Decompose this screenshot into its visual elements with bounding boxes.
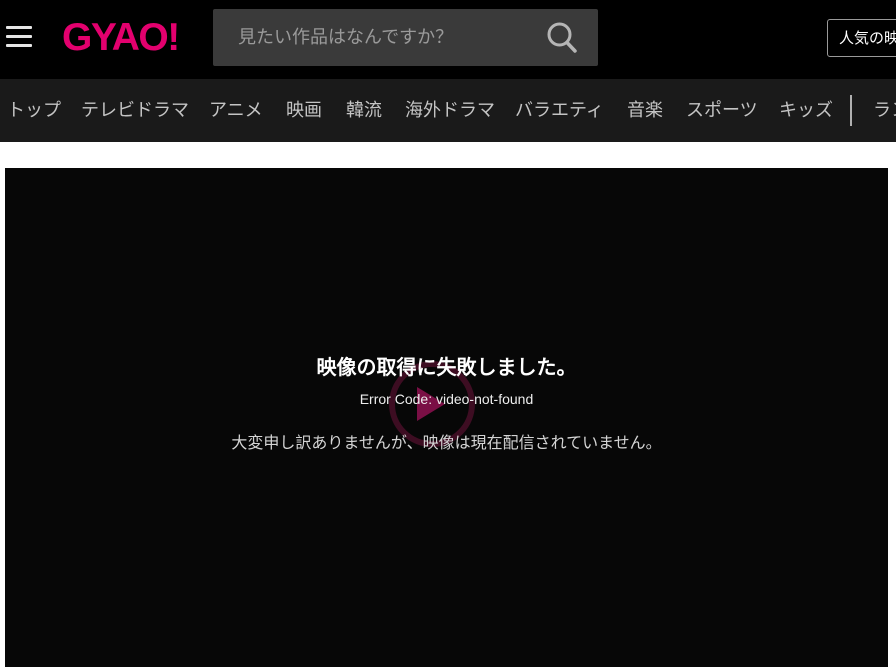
- nav-item-overseas-drama[interactable]: 海外ドラマ: [405, 79, 495, 142]
- search-icon[interactable]: [547, 22, 577, 54]
- category-nav: トップ テレビドラマ アニメ 映画 韓流 海外ドラマ バラエティ 音楽 スポーツ…: [0, 79, 896, 142]
- nav-item-anime[interactable]: アニメ: [209, 79, 263, 142]
- hamburger-menu-icon[interactable]: [6, 24, 33, 50]
- menu-bar: [6, 35, 32, 38]
- nav-divider: [850, 95, 852, 126]
- menu-bar: [6, 26, 32, 29]
- nav-item-movie[interactable]: 映画: [286, 79, 322, 142]
- error-title: 映像の取得に失敗しました。: [316, 355, 577, 379]
- search-input[interactable]: [213, 9, 533, 66]
- error-message: 大変申し訳ありませんが、映像は現在配信されていません。: [231, 433, 662, 452]
- popular-videos-button[interactable]: 人気の映: [827, 19, 896, 57]
- nav-item-sports[interactable]: スポーツ: [686, 79, 758, 142]
- error-code: Error Code: video-not-found: [359, 391, 534, 407]
- nav-item-top[interactable]: トップ: [7, 79, 61, 142]
- menu-bar: [6, 44, 32, 47]
- gyao-logo[interactable]: GYAO!: [62, 16, 180, 60]
- video-player[interactable]: 映像の取得に失敗しました。 Error Code: video-not-foun…: [5, 168, 888, 667]
- nav-item-korean[interactable]: 韓流: [346, 79, 382, 142]
- header: GYAO! 人気の映: [0, 0, 896, 79]
- nav-item-tv-drama[interactable]: テレビドラマ: [81, 79, 189, 142]
- search-box: [213, 9, 598, 66]
- nav-item-music[interactable]: 音楽: [627, 79, 663, 142]
- nav-item-kids[interactable]: キッズ: [779, 79, 833, 142]
- nav-item-variety[interactable]: バラエティ: [515, 79, 604, 142]
- nav-item-ranking[interactable]: ラン: [873, 79, 896, 142]
